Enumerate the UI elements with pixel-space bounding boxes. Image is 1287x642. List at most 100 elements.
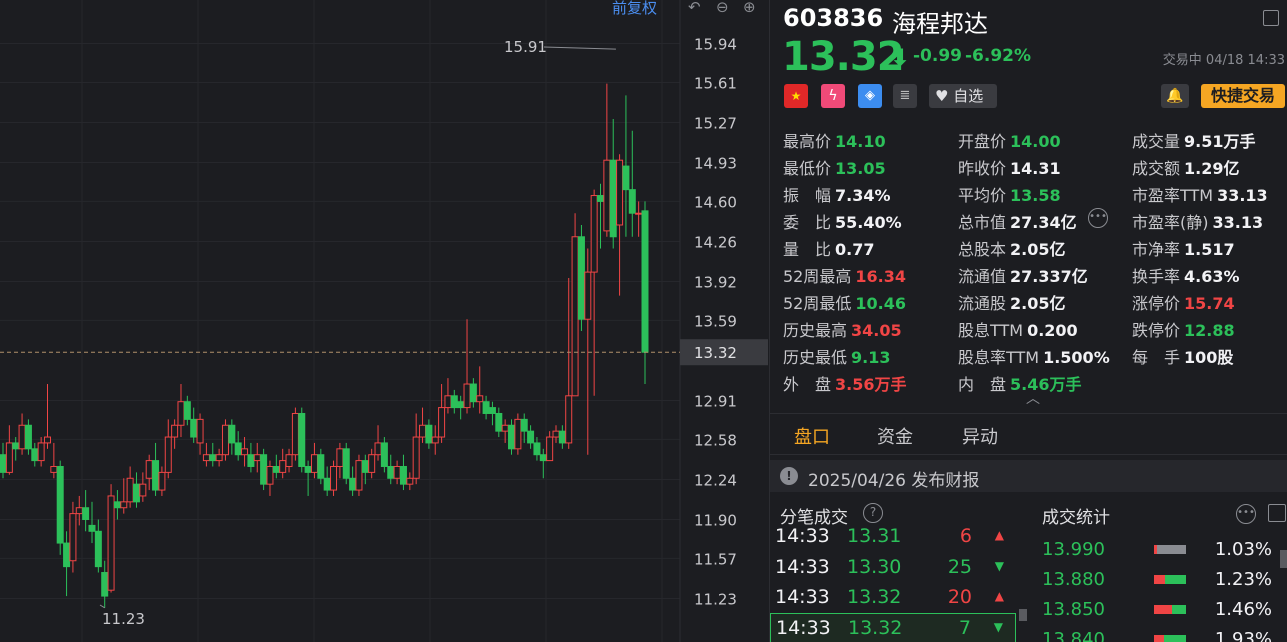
quote-item: 换手率 4.63% [1132,263,1240,287]
candle-up [584,271,592,320]
quote-item: 股息率TTM 1.500% [958,344,1110,368]
quote-value: 1.517 [1184,240,1235,259]
candle-down [183,401,191,420]
tick-time: 14:33 [775,526,830,547]
tab-pankou[interactable]: 盘口 [794,423,830,449]
high-label: 15.91 [504,38,547,56]
china-flag-icon: ★ [784,84,808,108]
quote-value: 2.05亿 [1010,294,1066,313]
add-watchlist-button[interactable]: ♥ 自选 [929,84,997,108]
quote-item: 流通股 2.05亿 [958,290,1066,314]
quote-item: 成交额 1.29亿 [1132,155,1240,179]
candle-up [285,454,293,467]
y-tick-label: 11.90 [694,512,737,530]
y-tick-label: 14.60 [694,193,737,211]
bell-icon[interactable]: 🔔 [1161,84,1189,108]
candle-down [609,159,617,238]
stat-pct: 1.46% [1214,599,1272,620]
stat-pct: 1.93% [1214,629,1272,642]
earnings-notice[interactable]: ! 2025/04/26 发布财报 [770,460,1287,492]
last-price: 13.32 [782,34,905,80]
stats-scrollbar[interactable] [1280,550,1287,568]
quote-item: 历史最低 9.13 [783,344,891,368]
panel-toggle-icon[interactable] [1263,10,1279,26]
quote-value: 2.05亿 [1010,240,1066,259]
candle-down [533,442,541,456]
tick-list[interactable]: 14:33 13.31 6 ▲ 14:33 13.30 25 ▼ 14:33 13.32 20 ▲ 14… [770,526,1016,642]
kline-chart-panel[interactable]: 15.94 15.61 15.27 14.93 14.60 14.26 13.92 13.59… [0,0,768,642]
tag-icon[interactable]: ◈ [858,84,882,108]
candle-up [463,383,471,409]
candle-down [527,430,535,444]
quote-label: 市盈率(静) [1132,213,1209,232]
quote-value: 13.58 [1010,186,1061,205]
stats-toggle-icon[interactable] [1268,504,1286,522]
quote-item: 市盈率TTM 33.13 [1132,182,1268,206]
note-icon[interactable]: ≣ [893,84,917,108]
quote-value: 5.46万手 [1010,375,1082,394]
quote-item: 昨收价 14.31 [958,155,1061,179]
candle-down [508,424,516,450]
quick-trade-button[interactable]: 快捷交易 [1201,84,1285,108]
candle-down [539,454,547,462]
candle-down [94,530,102,568]
zoom-in-icon[interactable]: ⊕ [743,0,756,16]
stats-more-icon[interactable]: ••• [1236,504,1256,524]
stats-list[interactable]: 13.990 1.03% 13.880 1.23% 13.850 1.46% 13.840 1… [1042,532,1287,642]
candle-up [406,477,414,485]
quote-item: 振 幅 7.34% [783,182,891,206]
candle-up [107,495,115,591]
undo-icon[interactable]: ↶ [688,0,701,16]
zoom-out-icon[interactable]: ⊖ [716,0,729,16]
tick-row[interactable]: 14:33 13.32 20 ▲ [770,583,1016,613]
candle-down [63,542,71,568]
quote-item: 股息TTM 0.200 [958,317,1078,341]
y-tick-label: 12.58 [694,431,737,449]
tick-scrollbar[interactable] [1019,609,1027,621]
quote-label: 总股本 [958,240,1007,259]
candle-down [323,477,331,491]
stat-bar-sell [1165,575,1186,584]
y-tick-label: 11.23 [694,590,737,608]
tick-direction-icon: ▲ [994,589,1004,603]
stat-row: 13.990 1.03% [1042,532,1287,562]
quote-label: 开盘价 [958,132,1007,151]
candle-down [349,477,357,491]
tick-row[interactable]: 14:33 13.30 25 ▼ [770,553,1016,583]
quote-item: 开盘价 14.00 [958,128,1061,152]
tick-time: 14:33 [776,617,831,639]
low-label: 11.23 [102,610,145,628]
quote-value: 10.46 [855,294,906,313]
candle-up [279,460,287,473]
tick-direction-icon: ▼ [994,559,1004,573]
stock-name: 海程邦达 [892,10,988,38]
tab-funds[interactable]: 资金 [877,423,913,449]
y-tick-label: 14.26 [694,233,737,251]
quote-label: 最低价 [783,159,832,178]
more-icon[interactable]: ••• [1088,208,1108,228]
candle-down [520,418,528,432]
candle-up [355,460,363,491]
candle-up [431,436,439,444]
chevron-up-icon[interactable]: ︿ [1026,388,1040,408]
tick-row[interactable]: 14:33 13.32 7 ▼ [770,613,1016,642]
candle-down [399,465,407,485]
quote-label: 股息率TTM [958,348,1040,367]
quote-label: 历史最低 [783,348,848,367]
adjust-mode-label[interactable]: 前复权 [612,0,657,18]
tab-alerts[interactable]: 异动 [962,423,998,449]
quote-item: 历史最高 34.05 [783,317,902,341]
candle-up [476,395,484,403]
candle-down [641,210,649,353]
y-tick-label: 12.24 [694,471,737,489]
quote-item: 每 手 100股 [1132,344,1233,368]
tick-volume: 20 [947,586,972,608]
quote-item: 52周最高 16.34 [783,263,906,287]
tick-price: 13.32 [847,586,902,608]
kline-chart[interactable]: 15.94 15.61 15.27 14.93 14.60 14.26 13.92 13.59… [0,0,768,642]
help-icon[interactable]: ? [863,503,883,523]
tick-row[interactable]: 14:33 13.31 6 ▲ [770,526,1016,552]
flash-icon[interactable]: ϟ [821,84,845,108]
quote-value: 100股 [1184,348,1234,367]
quote-label: 量 比 [783,240,832,259]
